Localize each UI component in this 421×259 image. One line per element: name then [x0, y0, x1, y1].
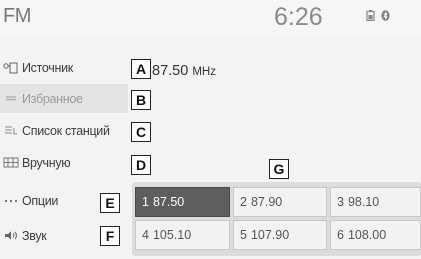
callout-f: F — [100, 226, 120, 246]
manual-tune-icon — [0, 157, 22, 168]
callout-c: C — [131, 122, 151, 142]
preset-number: 2 — [240, 195, 247, 209]
preset-button-6[interactable]: 6 108.00 — [330, 220, 421, 250]
speaker-icon — [0, 230, 22, 241]
preset-frequency: 87.50 — [152, 195, 185, 209]
preset-button-2[interactable]: 2 87.90 — [233, 187, 327, 217]
status-icons — [366, 10, 390, 21]
frequency-value: 87.50 — [152, 63, 189, 79]
callout-d: D — [131, 155, 151, 175]
bluetooth-icon — [381, 10, 390, 21]
callout-e: E — [100, 193, 120, 213]
callout-g: G — [269, 159, 289, 179]
preset-number: 1 — [142, 195, 149, 209]
preset-number: 3 — [337, 195, 344, 209]
preset-button-1[interactable]: 1 87.50 — [135, 187, 230, 217]
preset-frequency: 107.90 — [250, 228, 290, 242]
sidebar-item-station-list[interactable]: Список станций — [0, 116, 128, 145]
source-icon — [0, 62, 22, 74]
phone-battery-icon — [366, 10, 375, 21]
callout-b: B — [131, 90, 151, 110]
preset-frequency: 105.10 — [152, 228, 192, 242]
frequency-unit: MHz — [192, 66, 216, 78]
sidebar-label: Звук — [22, 228, 47, 243]
clock: 6:26 — [274, 3, 323, 31]
sidebar-item-favorites[interactable]: Избранное — [0, 84, 128, 113]
preset-frequency: 87.90 — [250, 195, 283, 209]
preset-number: 4 — [142, 228, 149, 242]
sidebar-label: Вручную — [22, 155, 71, 170]
preset-number: 6 — [337, 228, 344, 242]
preset-button-5[interactable]: 5 107.90 — [233, 220, 327, 250]
header-bar: FM 6:26 — [0, 0, 421, 36]
preset-button-3[interactable]: 3 98.10 — [330, 187, 421, 217]
frequency-readout: 87.50 MHz — [152, 63, 216, 79]
preset-grid: 1 87.50 2 87.90 3 98.10 4 105.10 5 107.9… — [132, 182, 421, 256]
callout-a: A — [131, 59, 151, 79]
sidebar-label: Опции — [22, 193, 59, 208]
favorites-icon — [0, 95, 22, 103]
preset-number: 5 — [240, 228, 247, 242]
more-options-icon — [0, 199, 22, 203]
source-title: FM — [3, 5, 31, 27]
sidebar-label: Источник — [22, 60, 73, 75]
radio-screen: FM 6:26 Источник Избранное Список станци… — [0, 0, 421, 259]
sidebar-label: Избранное — [22, 91, 83, 106]
sidebar-item-source[interactable]: Источник — [0, 53, 128, 82]
station-list-icon — [0, 125, 22, 137]
preset-frequency: 98.10 — [347, 195, 380, 209]
preset-frequency: 108.00 — [347, 228, 387, 242]
sidebar-item-manual[interactable]: Вручную — [0, 148, 128, 177]
sidebar-label: Список станций — [22, 123, 110, 138]
preset-button-4[interactable]: 4 105.10 — [135, 220, 230, 250]
